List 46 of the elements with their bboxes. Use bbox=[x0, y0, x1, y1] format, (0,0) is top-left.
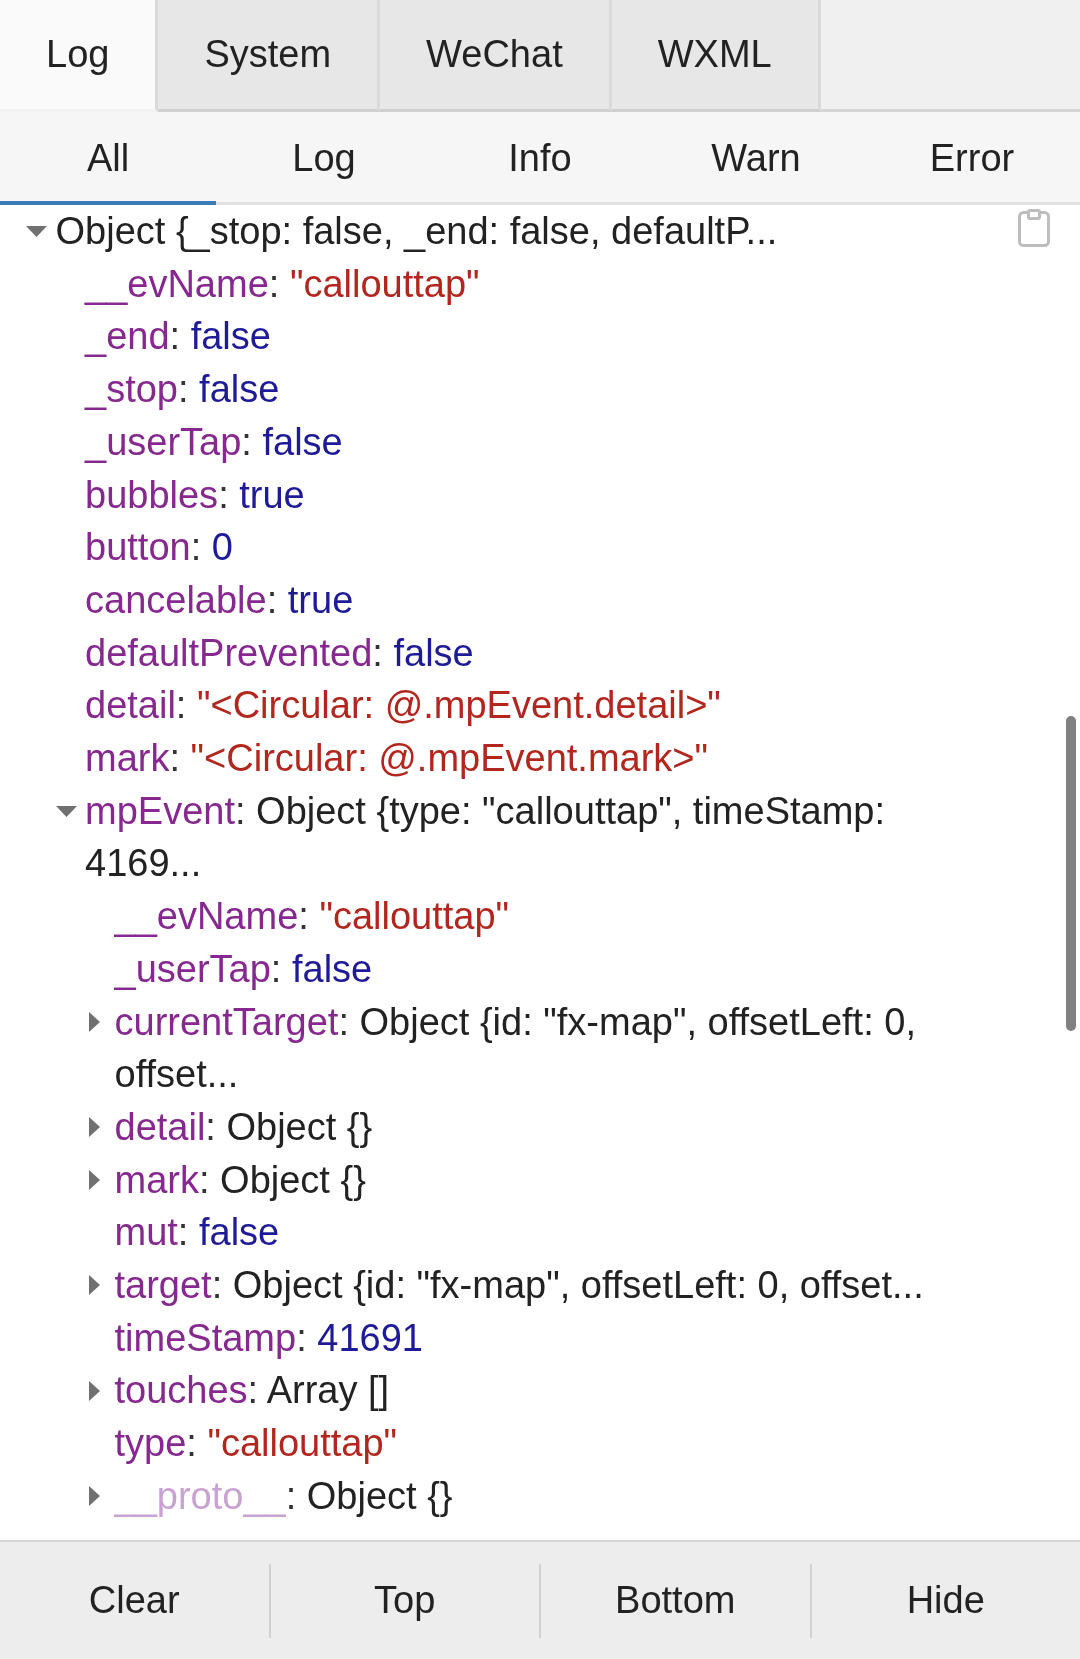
property-entry: _userTap: false bbox=[85, 419, 344, 465]
property-entry: _userTap: false bbox=[114, 946, 374, 992]
disclosure-triangle-icon[interactable] bbox=[55, 805, 77, 817]
property-entry: _end: false bbox=[85, 314, 272, 360]
property-entry: mark: Object {} bbox=[114, 1157, 367, 1203]
toolbar-button[interactable]: Hide bbox=[809, 1563, 1080, 1638]
toolbar-button[interactable]: Top bbox=[268, 1563, 539, 1638]
property-entry: target: Object {id: "fx-map", offsetLeft: 0, offset... bbox=[114, 1263, 925, 1309]
clipboard-icon[interactable] bbox=[1018, 209, 1050, 247]
property-entry: currentTarget: Object {id: "fx-map", offsetLeft: 0, offset... bbox=[114, 999, 917, 1098]
property-entry: _stop: false bbox=[85, 367, 281, 413]
panel-tab[interactable]: System bbox=[158, 0, 381, 112]
toolbar-button[interactable]: Clear bbox=[0, 1563, 269, 1638]
property-entry: detail: Object {} bbox=[114, 1104, 374, 1150]
filter-tab[interactable]: Warn bbox=[648, 112, 864, 205]
scrollbar-thumb[interactable] bbox=[1066, 716, 1076, 1031]
property-entry: defaultPrevented: false bbox=[85, 630, 475, 676]
disclosure-triangle-icon[interactable] bbox=[89, 1275, 100, 1296]
property-entry: cancelable: true bbox=[85, 577, 355, 623]
property-entry: bubbles: true bbox=[85, 472, 306, 518]
property-entry: mut: false bbox=[114, 1210, 281, 1256]
panel-tab[interactable]: WXML bbox=[611, 0, 821, 112]
property-entry: __evName: "callouttap" bbox=[85, 261, 481, 307]
disclosure-triangle-icon[interactable] bbox=[89, 1380, 100, 1401]
property-entry: mpEvent: Object {type: "callouttap", timeStamp: 4169... bbox=[85, 788, 887, 887]
disclosure-triangle-icon[interactable] bbox=[89, 1011, 100, 1032]
toolbar-button[interactable]: Bottom bbox=[539, 1563, 810, 1638]
property-entry: type: "callouttap" bbox=[114, 1421, 399, 1467]
property-entry: button: 0 bbox=[85, 525, 234, 571]
property-entry: touches: Array [] bbox=[114, 1368, 391, 1414]
disclosure-triangle-icon[interactable] bbox=[26, 225, 47, 237]
property-entry: __evName: "callouttap" bbox=[114, 894, 511, 940]
disclosure-triangle-icon[interactable] bbox=[89, 1117, 100, 1138]
disclosure-triangle-icon[interactable] bbox=[89, 1170, 100, 1190]
disclosure-triangle-icon[interactable] bbox=[89, 1486, 100, 1507]
panel-tab[interactable]: WeChat bbox=[380, 0, 612, 112]
property-entry: mark: "<Circular: @.mpEvent.mark>" bbox=[85, 736, 710, 782]
filter-tab[interactable]: Error bbox=[864, 112, 1080, 205]
property-entry: timeStamp: 41691 bbox=[114, 1315, 424, 1361]
property-entry: __proto__: Object {} bbox=[114, 1473, 454, 1519]
panel-tab[interactable]: Log bbox=[0, 0, 159, 112]
object-preview: Object {_stop: false, _end: false, defaultP... bbox=[55, 209, 779, 254]
filter-tab[interactable]: Log bbox=[216, 112, 432, 205]
property-entry: detail: "<Circular: @.mpEvent.detail>" bbox=[85, 683, 722, 729]
filter-tab[interactable]: Info bbox=[432, 112, 648, 205]
filter-tab[interactable]: All bbox=[0, 112, 216, 205]
